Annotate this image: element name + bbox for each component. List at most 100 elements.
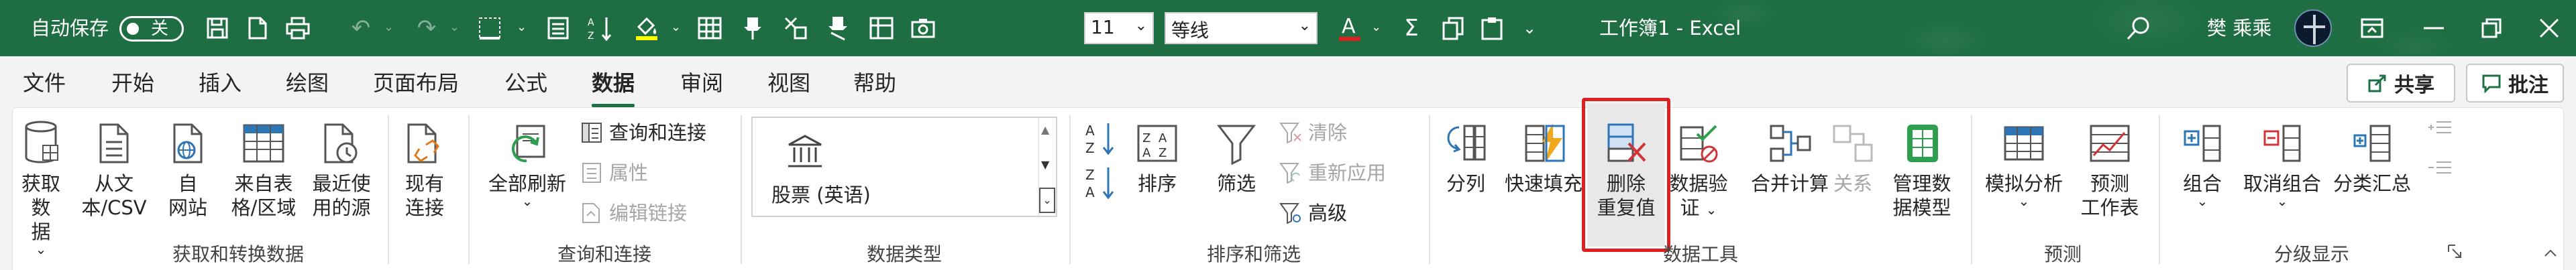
chevron-up-icon	[2544, 249, 2557, 257]
sort-a-z-button[interactable]: AZ	[1084, 121, 1118, 159]
forecast-sheet-button[interactable]: 预测 工作表	[2073, 115, 2147, 220]
svg-text:A: A	[1142, 146, 1151, 160]
from-web-label-2: 网站	[168, 196, 207, 219]
outline-dialog-launcher[interactable]	[2447, 244, 2462, 259]
insert-cells-icon[interactable]	[780, 12, 812, 44]
customize-qat-icon[interactable]: ⌄	[1513, 12, 1546, 44]
ungroup-button[interactable]: 取消组合 ⌄	[2239, 115, 2325, 208]
group-label-sort-filter: 排序和筛选	[1206, 243, 1301, 265]
tab-review[interactable]: 审阅	[680, 56, 723, 110]
save-icon[interactable]	[201, 12, 233, 44]
font-name-box[interactable]: 等线 ⌄	[1165, 12, 1318, 44]
tab-home[interactable]: 开始	[111, 56, 154, 110]
relationships-button[interactable]: 关系	[1826, 115, 1880, 196]
show-detail-button[interactable]	[2427, 118, 2453, 141]
restore-icon[interactable]	[2475, 12, 2508, 44]
sort-label: 排序	[1137, 172, 1177, 195]
redo-icon[interactable]: ↷	[411, 12, 443, 44]
from-csv-label-2: 本/CSV	[81, 196, 147, 219]
tab-formulas[interactable]: 公式	[504, 56, 547, 110]
gallery-scroll-down[interactable]: ▼	[1041, 158, 1049, 171]
undo-icon[interactable]: ↶	[345, 12, 377, 44]
tab-insert[interactable]: 插入	[199, 56, 241, 110]
paste-icon[interactable]	[1476, 12, 1508, 44]
forecast-sheet-label-1: 预测	[2090, 172, 2129, 195]
stocks-data-type[interactable]: 股票 (英语)	[753, 118, 1036, 216]
svg-text:A: A	[1085, 123, 1095, 139]
comments-button[interactable]: 批注	[2466, 64, 2564, 103]
sort-dialog-icon: ZAAZ	[1127, 115, 1187, 172]
tab-help[interactable]: 帮助	[853, 56, 896, 110]
table-icon[interactable]	[694, 12, 726, 44]
data-types-gallery[interactable]: 股票 (英语) ▲ ▼ ⌄	[751, 117, 1057, 217]
copy-icon[interactable]	[1437, 12, 1469, 44]
text-to-columns-icon	[1437, 115, 1495, 172]
recent-sources-button[interactable]: 最近使 用的源	[305, 115, 378, 220]
ribbon-display-icon[interactable]	[2356, 12, 2388, 44]
clear-filter-button[interactable]: 清除	[1279, 118, 1347, 147]
what-if-label: 模拟分析	[1984, 172, 2063, 195]
queries-connections-button[interactable]: 查询和连接	[580, 118, 706, 147]
tab-view[interactable]: 视图	[767, 56, 810, 110]
font-color-icon[interactable]: A	[1334, 12, 1366, 44]
pin-icon[interactable]	[737, 12, 769, 44]
avatar[interactable]	[2294, 9, 2332, 47]
new-document-icon[interactable]	[241, 12, 274, 44]
gallery-scroll-up[interactable]: ▲	[1041, 123, 1049, 136]
autosum-icon[interactable]: Σ	[1395, 12, 1428, 44]
from-table-range-button[interactable]: 来自表 格/区域	[227, 115, 301, 220]
what-if-analysis-button[interactable]: 模拟分析 ⌄	[1980, 115, 2068, 208]
flash-fill-button[interactable]: 快速填充	[1500, 115, 1587, 196]
advanced-filter-button[interactable]: 高级	[1279, 198, 1347, 228]
fill-color-icon[interactable]	[631, 12, 663, 44]
print-icon[interactable]	[282, 12, 314, 44]
sort-button[interactable]: ZAAZ 排序	[1127, 115, 1187, 196]
minimize-icon[interactable]	[2418, 12, 2450, 44]
delete-cells-icon[interactable]	[822, 12, 855, 44]
share-button[interactable]: 共享	[2347, 64, 2455, 103]
filter-button[interactable]: 筛选	[1206, 115, 1267, 196]
sort-ascending-icon[interactable]: AZ	[584, 12, 616, 44]
properties-label: 属性	[609, 161, 649, 184]
tab-page-layout[interactable]: 页面布局	[373, 56, 459, 110]
form-icon[interactable]	[542, 12, 574, 44]
group-label-outline: 分级显示	[2273, 243, 2349, 265]
freeze-icon[interactable]	[865, 12, 898, 44]
hide-detail-button[interactable]	[2427, 158, 2453, 181]
subtotal-button[interactable]: 分类汇总	[2328, 115, 2416, 196]
search-icon[interactable]	[2123, 12, 2155, 44]
advanced-filter-icon	[1279, 201, 1303, 225]
group-separator	[468, 115, 470, 264]
font-size-box[interactable]: 11 ⌄	[1084, 12, 1154, 44]
autosave-toggle[interactable]: 关	[119, 16, 184, 42]
data-validation-button[interactable]: 数据验 证 ⌄	[1665, 115, 1732, 222]
camera-icon[interactable]	[907, 12, 939, 44]
reapply-button[interactable]: 重新应用	[1279, 158, 1386, 188]
get-data-button[interactable]: 获取数 据 ⌄	[13, 115, 68, 256]
funnel-icon	[1206, 115, 1267, 172]
from-web-button[interactable]: 自 网站	[161, 115, 215, 220]
tab-data[interactable]: 数据	[592, 56, 635, 110]
tab-file[interactable]: 文件	[23, 56, 66, 110]
svg-text:A: A	[588, 17, 594, 28]
sort-z-a-button[interactable]: ZA	[1084, 165, 1118, 204]
properties-button[interactable]: 属性	[580, 158, 648, 188]
consolidate-button[interactable]: 合并计算	[1744, 115, 1835, 196]
edit-links-button[interactable]: 编辑链接	[580, 198, 687, 228]
group-icon	[2174, 115, 2231, 172]
close-icon[interactable]	[2533, 12, 2565, 44]
comment-icon	[2482, 74, 2501, 93]
group-button[interactable]: 组合 ⌄	[2174, 115, 2231, 208]
collapse-ribbon-button[interactable]	[2542, 247, 2559, 260]
bank-icon	[786, 134, 824, 173]
gallery-more-button[interactable]: ⌄	[1039, 188, 1055, 213]
subtotal-label: 分类汇总	[2332, 172, 2411, 195]
borders-icon[interactable]	[474, 12, 506, 44]
text-to-columns-button[interactable]: 分列	[1437, 115, 1495, 196]
tab-draw[interactable]: 绘图	[286, 56, 329, 110]
data-model-button[interactable]: 管理数 据模型	[1885, 115, 1959, 220]
from-table-label-1: 来自表	[234, 172, 293, 195]
existing-connections-button[interactable]: 现有 连接	[394, 115, 455, 220]
refresh-all-button[interactable]: 全部刷新 ⌄	[480, 115, 574, 208]
from-text-csv-button[interactable]: 从文 本/CSV	[80, 115, 148, 220]
